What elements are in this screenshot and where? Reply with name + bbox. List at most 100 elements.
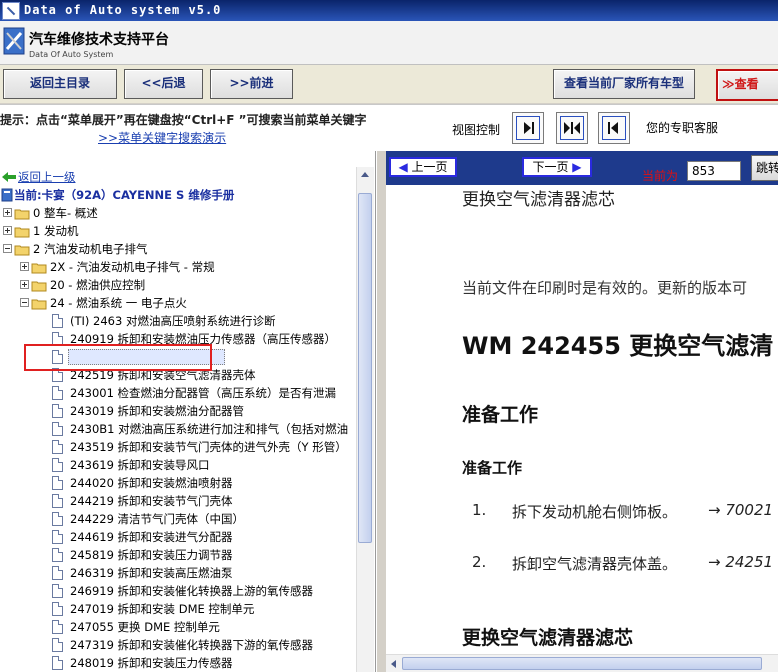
tree-item-label: 248019 拆卸和安装压力传感器 — [70, 656, 233, 670]
step-number: 1. — [472, 501, 487, 519]
document-content: 更换空气滤清器滤芯 当前文件在印刷时是有效的。更新的版本可 WM 242455 … — [386, 185, 778, 655]
forward-button[interactable]: >>前进 — [210, 69, 293, 99]
next-page-button[interactable]: 下一页 ▶ — [522, 157, 592, 177]
search-demo-link[interactable]: >>菜单关键字搜索演示 — [98, 129, 226, 146]
scroll-up-icon[interactable] — [359, 169, 371, 181]
arrow-right-bar-icon — [524, 122, 534, 134]
document-icon — [52, 638, 63, 652]
document-icon — [52, 602, 63, 616]
prev-triangle-icon: ◀ — [398, 160, 408, 174]
step-reference[interactable]: → 24251 — [708, 553, 773, 571]
tree-item-label: 0 整车- 概述 — [33, 206, 98, 220]
expand-plus-icon[interactable] — [3, 226, 12, 235]
document-icon — [52, 476, 63, 490]
hint-bar: 提示：点击“菜单展开”再在键盘按“Ctrl+F ”可搜索当前菜单关键字 >>菜单… — [0, 104, 778, 152]
tree-back-link[interactable]: 返回上一级 — [18, 168, 76, 186]
tree-item-label: 243619 拆卸和安装导风口 — [70, 458, 210, 472]
document-icon — [52, 422, 63, 436]
view-left-button[interactable] — [598, 112, 630, 144]
double-chevron-icon: ≫ — [722, 77, 735, 91]
current-page-label: 当前为 — [642, 169, 679, 183]
tree-vertical-scrollbar[interactable] — [356, 167, 374, 672]
jump-button[interactable]: 跳转 — [751, 155, 778, 181]
document-icon — [52, 656, 63, 670]
view-right-button[interactable] — [512, 112, 544, 144]
expand-plus-icon[interactable] — [20, 262, 29, 271]
all-models-button[interactable]: 查看当前厂家所有车型 — [553, 69, 695, 99]
tree-item-label: 244219 拆卸和安装节气门壳体 — [70, 494, 233, 508]
step-text: 拆下发动机舱右侧饰板。 — [512, 503, 678, 521]
doc-horizontal-scrollbar[interactable] — [386, 654, 778, 672]
folder-icon — [14, 225, 30, 238]
doc-section-heading: 更换空气滤清器滤芯 — [462, 627, 634, 649]
tree-item-label: 246919 拆卸和安装催化转换器上游的氧传感器 — [70, 584, 314, 598]
expand-plus-icon[interactable] — [20, 280, 29, 289]
folder-icon — [14, 207, 30, 220]
folder-icon — [31, 261, 47, 274]
tree-item-label: 2X - 汽油发动机电子排气 - 常规 — [50, 260, 215, 274]
doc-prep-subheading: 准备工作 — [462, 459, 523, 477]
next-page-label: 下一页 — [532, 160, 569, 174]
app-icon — [2, 2, 20, 20]
product-name: 汽车维修技术支持平台 — [29, 32, 169, 48]
document-icon — [52, 512, 63, 526]
tree-item-label: 20 - 燃油供应控制 — [50, 278, 146, 292]
tree-item-label: 243519 拆卸和安装节气门壳体的进气外壳（Y 形管） — [70, 440, 347, 454]
window-title: Data of Auto system v5.0 — [24, 3, 222, 17]
collapse-minus-icon[interactable] — [3, 244, 12, 253]
document-pane: ◀ 上一页 下一页 ▶ 当前为 853 跳转 更换空气滤清器滤芯 当前文件在印刷… — [386, 151, 778, 672]
document-icon — [52, 386, 63, 400]
view-split-button[interactable] — [556, 112, 588, 144]
view-button[interactable]: ≫查看 — [716, 69, 778, 101]
folder-icon — [31, 279, 47, 292]
view-button-label: 查看 — [734, 77, 759, 91]
folder-icon — [31, 297, 47, 310]
tree-item-label: 244020 拆卸和安装燃油喷射器 — [70, 476, 233, 490]
tree-item-label: 247055 更换 DME 控制单元 — [70, 620, 220, 634]
doc-wm-title: WM 242455 更换空气滤清 — [462, 332, 774, 360]
pane-splitter[interactable] — [376, 151, 386, 672]
folder-icon — [14, 243, 30, 256]
doc-validity-note: 当前文件在印刷时是有效的。更新的版本可 — [462, 279, 748, 297]
document-icon — [52, 314, 63, 328]
next-triangle-icon: ▶ — [572, 160, 582, 174]
expand-plus-icon[interactable] — [3, 208, 12, 217]
home-button[interactable]: 返回主目录 — [3, 69, 117, 99]
document-icon — [52, 458, 63, 472]
selection-red-box — [24, 344, 212, 371]
doc-top-heading: 更换空气滤清器滤芯 — [462, 190, 615, 210]
step-text: 拆卸空气滤清器壳体盖。 — [512, 555, 678, 573]
page-number-input[interactable]: 853 — [687, 161, 741, 181]
menu-tree-pane: 返回上一级 当前:卡宴（92A）CAYENNE S 维修手册 0 整车- 概述 1… — [0, 151, 376, 672]
document-icon — [52, 584, 63, 598]
tree-item-label: 2430B1 对燃油高压系统进行加注和排气（包括对燃油 — [70, 422, 349, 436]
step-reference[interactable]: → 70021 — [708, 501, 773, 519]
app-header: 汽车维修技术支持平台 Data Of Auto System — [0, 21, 778, 65]
arrows-split-icon — [564, 122, 580, 134]
search-hint: 提示：点击“菜单展开”再在键盘按“Ctrl+F ”可搜索当前菜单关键字 — [0, 113, 367, 127]
service-label: 您的专职客服 — [646, 121, 719, 135]
tree-current-title: 当前:卡宴（92A）CAYENNE S 维修手册 — [14, 188, 235, 202]
doc-prep-heading: 准备工作 — [462, 404, 539, 426]
tree-item-label: (TI) 2463 对燃油高压喷射系统进行诊断 — [70, 314, 276, 328]
doc-scroll-thumb[interactable] — [402, 657, 762, 670]
tree-item-label: 2 汽油发动机电子排气 — [33, 242, 148, 256]
tree-item-label: 24 - 燃油系统 一 电子点火 — [50, 296, 187, 310]
document-nav-bar: ◀ 上一页 下一页 ▶ 当前为 853 跳转 — [386, 151, 778, 185]
step-number: 2. — [472, 553, 487, 571]
manual-book-icon — [1, 188, 13, 202]
tree-scroll-thumb[interactable] — [358, 193, 372, 543]
back-button[interactable]: <<后退 — [124, 69, 203, 99]
scroll-left-icon[interactable] — [388, 658, 400, 670]
collapse-minus-icon[interactable] — [20, 298, 29, 307]
document-icon — [52, 620, 63, 634]
document-icon — [52, 548, 63, 562]
document-icon — [52, 566, 63, 580]
document-icon — [52, 494, 63, 508]
prev-page-button[interactable]: ◀ 上一页 — [389, 157, 457, 177]
tree-item-label: 1 发动机 — [33, 224, 79, 238]
main-toolbar: 返回主目录 <<后退 >>前进 查看当前厂家所有车型 ≫查看 — [0, 65, 778, 103]
tree-item-label: 243001 检查燃油分配器管（高压系统）是否有泄漏 — [70, 386, 337, 400]
document-icon — [52, 530, 63, 544]
tree-item-label: 244229 清洁节气门壳体（中国） — [70, 512, 245, 526]
